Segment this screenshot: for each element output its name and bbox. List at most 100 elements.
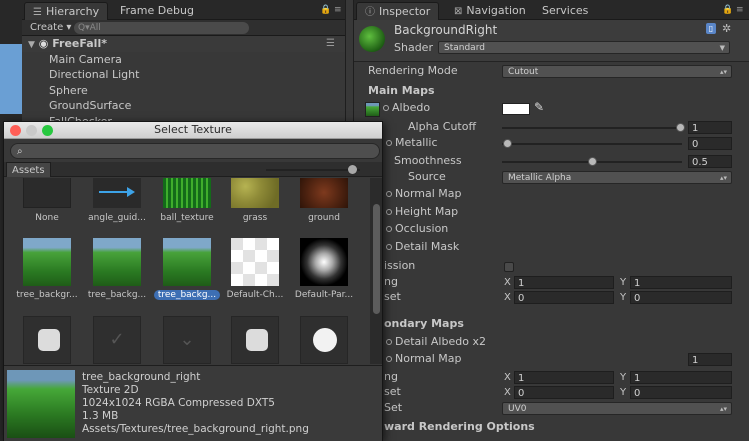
shader-dropdown[interactable]: Standard ▼: [438, 41, 730, 54]
chevron-updown-icon: ▴▾: [719, 405, 727, 413]
texture-item[interactable]: Default-Par...: [291, 238, 357, 302]
metallic-slider-knob[interactable]: [503, 139, 512, 148]
texture-item[interactable]: ⌄: [154, 316, 220, 364]
hierarchy-item[interactable]: Directional Light: [22, 67, 345, 83]
albedo-texture-slot[interactable]: [365, 102, 380, 117]
inspector-window: ⓘ Inspector ⊠ Navigation Services 🔒 ≡ Back…: [353, 0, 749, 441]
texture-label: Default-Par...: [294, 290, 354, 300]
window-menu-icon[interactable]: ≡: [736, 5, 744, 15]
detail-albedo-label: Detail Albedo x2: [386, 335, 486, 348]
uv-set-dropdown[interactable]: UV0 ▴▾: [502, 402, 732, 415]
forward-rendering-heading: ward Rendering Options: [384, 420, 535, 433]
secondary-offset-x-field[interactable]: 0: [514, 386, 614, 399]
texture-picker-icon[interactable]: [386, 244, 392, 250]
rendering-mode-dropdown[interactable]: Cutout ▴▾: [502, 65, 732, 78]
texture-picker-icon[interactable]: [386, 209, 392, 215]
hierarchy-item[interactable]: Sphere: [22, 83, 345, 99]
texture-item[interactable]: [291, 316, 357, 364]
hierarchy-item[interactable]: GroundSurface: [22, 98, 345, 114]
search-icon: ⌕: [17, 146, 23, 157]
albedo-label[interactable]: Albedo: [383, 101, 430, 114]
tab-inspector[interactable]: ⓘ Inspector: [356, 2, 440, 20]
dialog-titlebar[interactable]: Select Texture: [4, 122, 382, 139]
secondary-normal-scale-field[interactable]: 1: [688, 353, 732, 366]
texture-item[interactable]: ground: [291, 178, 357, 225]
secondary-normal-map-label-text: Normal Map: [395, 352, 462, 365]
tiling-y-field[interactable]: 1: [630, 276, 732, 289]
texture-picker-icon[interactable]: [386, 356, 392, 362]
detail-albedo-label-text: Detail Albedo x2: [395, 335, 486, 348]
texture-item[interactable]: tree_backgr...: [14, 238, 80, 302]
texture-item[interactable]: [14, 316, 80, 364]
emission-checkbox[interactable]: [504, 262, 514, 272]
scene-row[interactable]: ▼ ◉ FreeFall* ☰: [22, 36, 345, 52]
gear-icon[interactable]: ✲: [722, 22, 731, 35]
hierarchy-list: ▼ ◉ FreeFall* ☰ Main Camera Directional …: [22, 36, 345, 129]
secondary-offset-y-field[interactable]: 0: [630, 386, 732, 399]
albedo-color-swatch[interactable]: [502, 103, 530, 115]
texture-item[interactable]: ✓: [84, 316, 150, 364]
thumbnail-size-slider-knob[interactable]: [348, 165, 357, 174]
texture-item[interactable]: [222, 316, 288, 364]
eyedropper-icon[interactable]: ✎: [534, 100, 544, 114]
texture-grid-scrollbar[interactable]: [370, 178, 382, 364]
texture-picker-icon[interactable]: [386, 339, 392, 345]
alpha-cutoff-slider[interactable]: [502, 127, 682, 129]
expand-arrow-icon[interactable]: ▼: [28, 40, 35, 50]
texture-item[interactable]: ball_texture: [154, 178, 220, 225]
scene-menu-icon[interactable]: ☰: [326, 36, 335, 52]
source-dropdown[interactable]: Metallic Alpha ▴▾: [502, 171, 732, 184]
secondary-tiling-y-field[interactable]: 1: [630, 371, 732, 384]
texture-item[interactable]: Default-Ch...: [222, 238, 288, 302]
lock-icon[interactable]: 🔒: [722, 5, 733, 15]
offset-y-field[interactable]: 0: [630, 291, 732, 304]
source-value: Metallic Alpha: [508, 173, 572, 183]
emission-label: ission: [384, 259, 416, 272]
texture-picker-icon[interactable]: [383, 105, 389, 111]
tab-services[interactable]: Services: [534, 2, 596, 20]
texture-item-selected[interactable]: tree_backg...: [154, 238, 220, 302]
lock-icon[interactable]: 🔒: [320, 5, 331, 15]
alpha-cutoff-field[interactable]: 1: [688, 121, 732, 134]
hierarchy-item[interactable]: Main Camera: [22, 52, 345, 68]
thumbnail-size-slider[interactable]: [266, 169, 360, 171]
main-maps-heading: Main Maps: [368, 84, 435, 97]
secondary-tiling-x-label: X: [504, 372, 511, 383]
chevron-updown-icon: ▴▾: [719, 68, 727, 76]
scrollbar-thumb[interactable]: [373, 204, 380, 314]
metallic-label-text: Metallic: [395, 136, 438, 149]
tab-frame-debug[interactable]: Frame Debug: [112, 2, 202, 20]
secondary-tiling-x-field[interactable]: 1: [514, 371, 614, 384]
texture-item[interactable]: tree_backg...: [84, 238, 150, 302]
tab-navigation-label: Navigation: [466, 4, 526, 17]
tab-navigation[interactable]: ⊠ Navigation: [446, 2, 534, 20]
scene-name: FreeFall*: [52, 37, 107, 50]
secondary-normal-map-label: Normal Map: [386, 352, 462, 365]
tab-assets[interactable]: Assets: [6, 162, 51, 177]
texture-label: Default-Ch...: [226, 290, 284, 300]
hierarchy-search-input[interactable]: Q▾All: [74, 22, 249, 34]
unity-editor: ☰ Hierarchy Frame Debug 🔒 ≡ Create ▾ Q▾Al…: [0, 0, 749, 441]
tab-hierarchy[interactable]: ☰ Hierarchy: [24, 2, 109, 20]
offset-x-field[interactable]: 0: [514, 291, 614, 304]
texture-picker-icon[interactable]: [386, 191, 392, 197]
tiling-x-field[interactable]: 1: [514, 276, 614, 289]
metallic-slider[interactable]: [502, 143, 682, 145]
texture-search-input[interactable]: ⌕: [10, 143, 380, 159]
texture-picker-icon[interactable]: [386, 140, 392, 146]
texture-item[interactable]: grass: [222, 178, 288, 225]
offset-y-label: Y: [620, 292, 627, 303]
create-dropdown[interactable]: Create ▾: [30, 21, 71, 35]
chevron-down-icon: ⌄: [179, 329, 195, 350]
texture-item-none[interactable]: None: [14, 178, 80, 225]
tab-frame-debug-label: Frame Debug: [120, 4, 194, 17]
hierarchy-tabbar: ☰ Hierarchy Frame Debug 🔒 ≡: [22, 0, 345, 20]
metallic-field[interactable]: 0: [688, 137, 732, 150]
smoothness-field[interactable]: 0.5: [688, 155, 732, 168]
help-book-icon[interactable]: ▯: [706, 23, 716, 34]
texture-item[interactable]: angle_guid...: [84, 178, 150, 225]
alpha-cutoff-slider-knob[interactable]: [676, 123, 685, 132]
window-menu-icon[interactable]: ≡: [334, 5, 342, 15]
texture-picker-icon[interactable]: [386, 226, 392, 232]
smoothness-slider-knob[interactable]: [588, 157, 597, 166]
